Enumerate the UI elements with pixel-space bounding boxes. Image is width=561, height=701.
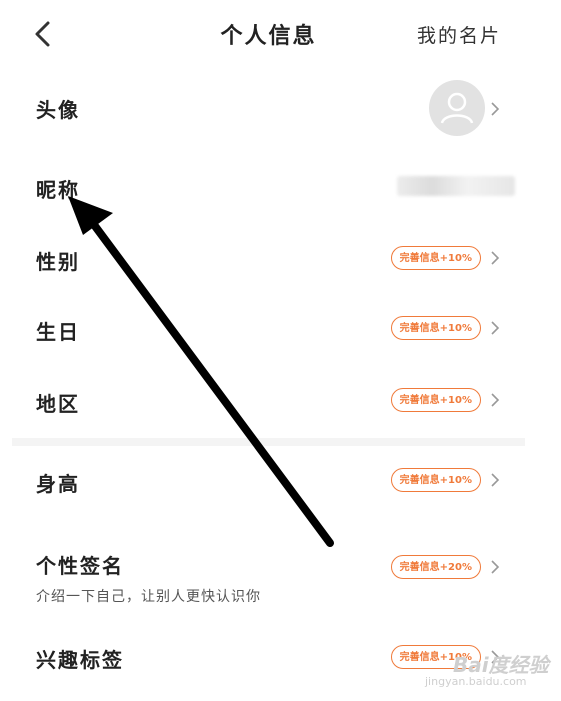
signature-hint: 介绍一下自己，让别人更快认识你 (36, 589, 261, 605)
row-gender[interactable]: 性别 完善信息+10% (12, 220, 525, 292)
row-label: 性别 (36, 250, 80, 274)
row-height[interactable]: 身高 完善信息+10% (12, 446, 525, 516)
row-region[interactable]: 地区 完善信息+10% (12, 364, 525, 436)
row-label: 地区 (36, 392, 80, 416)
avatar-placeholder-icon[interactable] (429, 80, 485, 136)
row-label: 头像 (36, 98, 80, 122)
row-birthday[interactable]: 生日 完善信息+10% (12, 292, 525, 364)
watermark-brand: Bai度经验 (453, 653, 549, 677)
profile-card-basic: 头像 昵称 性别 完善信息+10% 生日 完善信息+10% 地区 完善信息+10… (12, 68, 525, 438)
watermark-url: jingyan.baidu.com (425, 675, 527, 688)
chevron-right-icon (491, 251, 500, 265)
chevron-right-icon (491, 560, 500, 574)
chevron-right-icon (491, 393, 500, 407)
baidu-watermark: Bai度经验 jingyan.baidu.com (415, 645, 555, 695)
row-label: 昵称 (36, 178, 80, 202)
complete-info-badge: 完善信息+10% (390, 316, 481, 340)
row-label: 兴趣标签 (36, 648, 124, 672)
complete-info-badge: 完善信息+10% (390, 388, 481, 412)
complete-info-badge: 完善信息+10% (390, 246, 481, 270)
row-label: 个性签名 (36, 554, 124, 578)
chevron-right-icon (491, 321, 500, 335)
top-bar: 个人信息 我的名片 (12, 0, 525, 68)
my-card-link[interactable]: 我的名片 (417, 21, 501, 48)
row-label: 生日 (36, 320, 80, 344)
chevron-right-icon (491, 102, 500, 116)
complete-info-badge: 完善信息+20% (390, 555, 481, 579)
nickname-value-blurred (397, 176, 515, 196)
chevron-right-icon (491, 473, 500, 487)
row-nickname[interactable]: 昵称 (12, 148, 525, 220)
row-avatar[interactable]: 头像 (12, 68, 525, 148)
row-signature[interactable]: 个性签名 介绍一下自己，让别人更快认识你 完善信息+20% (12, 516, 525, 612)
row-label: 身高 (36, 472, 80, 496)
complete-info-badge: 完善信息+10% (390, 468, 481, 492)
screen: 个人信息 我的名片 头像 昵称 性别 完善信息+10% 生日 完善信息+10% … (12, 0, 525, 701)
